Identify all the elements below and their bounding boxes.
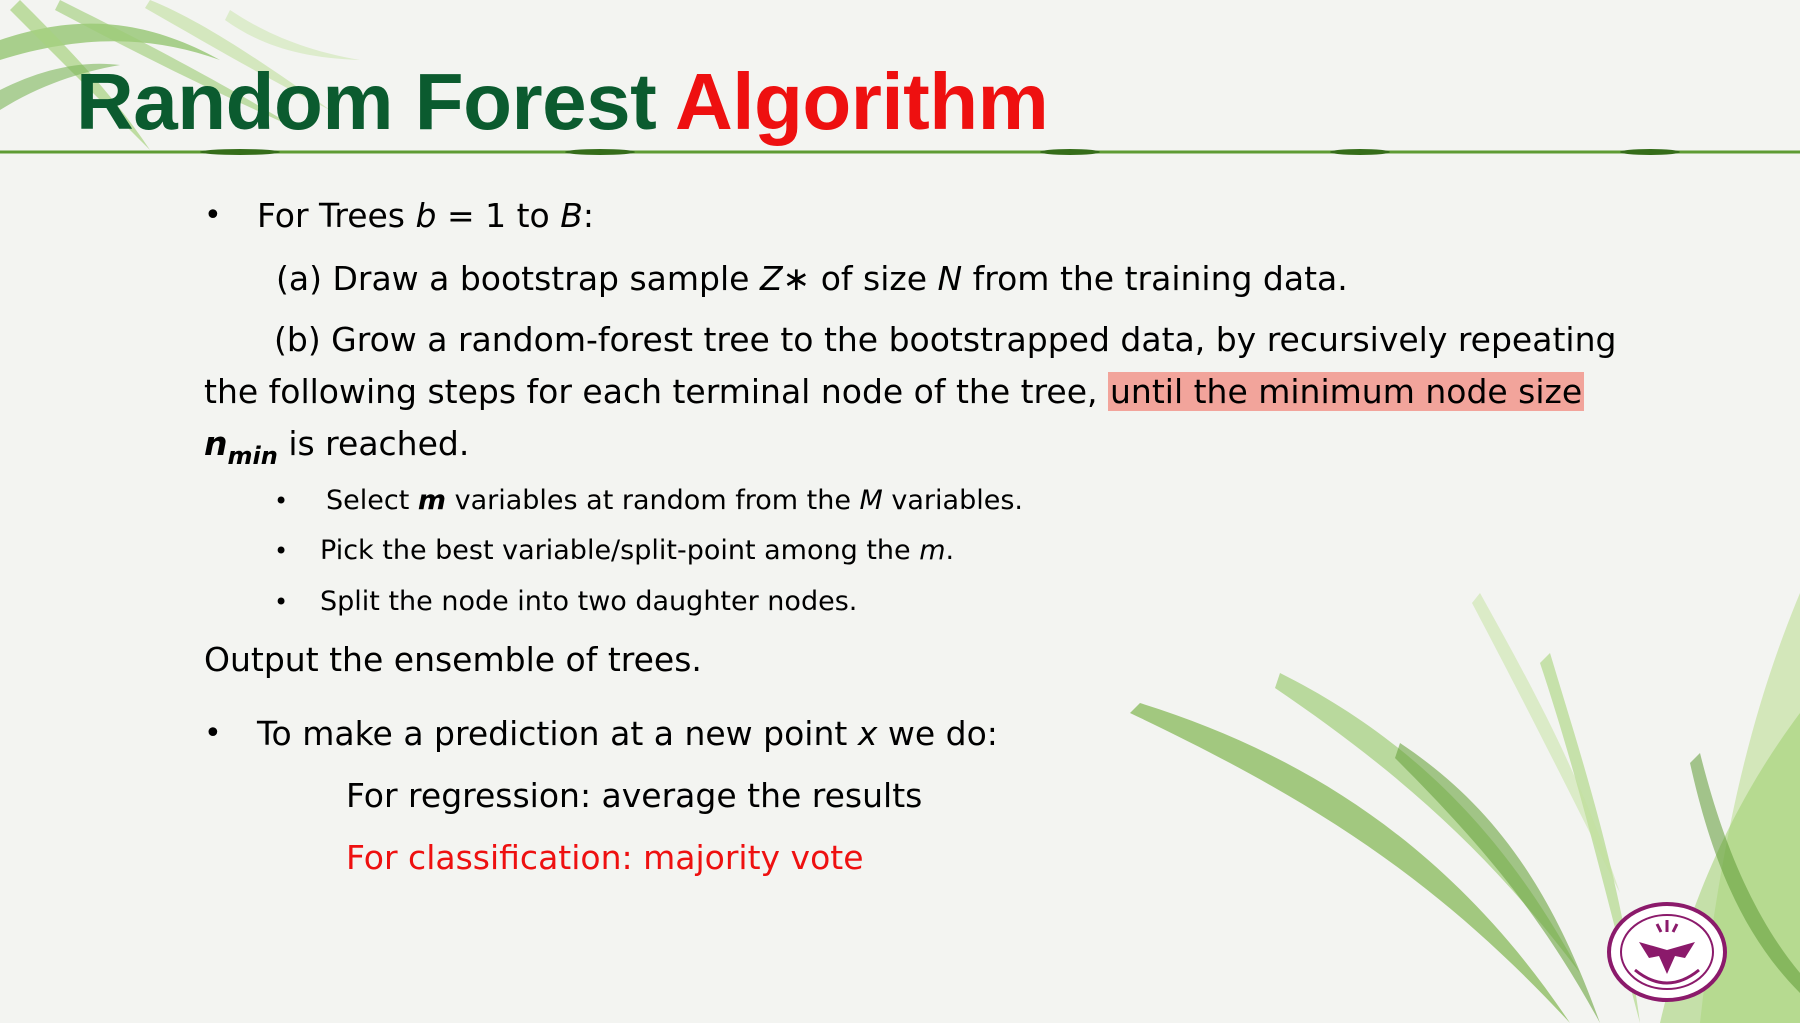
var-n-min: n bbox=[204, 424, 228, 463]
step-a: (a) Draw a bootstrap sample Z∗ of size N… bbox=[276, 259, 1348, 299]
text: For Trees bbox=[257, 196, 416, 235]
text: is reached. bbox=[277, 424, 470, 463]
step-b-line2: the following steps for each terminal no… bbox=[204, 372, 1585, 412]
text: variables. bbox=[882, 485, 1023, 516]
title-part-green: Random Forest bbox=[76, 57, 657, 146]
text: Pick the best variable/split-point among… bbox=[320, 535, 920, 566]
subscript-min: min bbox=[227, 442, 278, 470]
var-m: m bbox=[919, 535, 946, 566]
slide: Random Forest Algorithm • For Trees b = … bbox=[0, 0, 1800, 1023]
var-z: Z∗ bbox=[759, 259, 811, 298]
title-divider bbox=[0, 149, 1800, 155]
sub-bullet-dot-icon: • bbox=[274, 537, 289, 565]
sub-bullet-select: Select m variables at random from the M … bbox=[326, 484, 1023, 518]
step-b-line1: (b) Grow a random-forest tree to the boo… bbox=[274, 320, 1617, 359]
var-m: m bbox=[417, 485, 447, 516]
text: Select bbox=[326, 485, 418, 516]
text: : bbox=[582, 196, 594, 235]
var-b: b bbox=[415, 196, 437, 235]
bullet-for-trees: For Trees b = 1 to B: bbox=[257, 196, 594, 236]
var-n: N bbox=[937, 259, 963, 298]
text: the following steps for each terminal no… bbox=[204, 372, 1108, 411]
sub-bullet-split: Split the node into two daughter nodes. bbox=[320, 586, 858, 617]
text: . bbox=[945, 535, 955, 566]
classification-line: For classification: majority vote bbox=[346, 838, 864, 877]
text: of size bbox=[810, 259, 938, 298]
zhejiang-university-seal-icon bbox=[1607, 902, 1727, 1002]
title-part-red: Algorithm bbox=[674, 57, 1049, 146]
text: from the training data. bbox=[962, 259, 1348, 298]
text: (a) Draw a bootstrap sample bbox=[276, 259, 760, 298]
var-M: M bbox=[859, 485, 883, 516]
var-x: x bbox=[857, 714, 878, 753]
bullet-dot-icon: • bbox=[204, 716, 222, 751]
highlighted-text: until the minimum node size bbox=[1108, 372, 1585, 411]
var-B: B bbox=[560, 196, 583, 235]
text: = 1 to bbox=[436, 196, 561, 235]
text: To make a prediction at a new point bbox=[257, 714, 858, 753]
step-b-line3: nmin is reached. bbox=[204, 424, 469, 476]
text: variables at random from the bbox=[446, 485, 860, 516]
text: we do: bbox=[877, 714, 998, 753]
sub-bullet-dot-icon: • bbox=[274, 588, 289, 616]
sub-bullet-pick: Pick the best variable/split-point among… bbox=[320, 534, 954, 568]
regression-line: For regression: average the results bbox=[346, 776, 923, 815]
bullet-dot-icon: • bbox=[204, 198, 222, 233]
output-line: Output the ensemble of trees. bbox=[204, 640, 702, 679]
bullet-prediction: To make a prediction at a new point x we… bbox=[257, 714, 998, 754]
page-title: Random Forest Algorithm bbox=[76, 57, 1049, 146]
sub-bullet-dot-icon: • bbox=[274, 487, 289, 515]
